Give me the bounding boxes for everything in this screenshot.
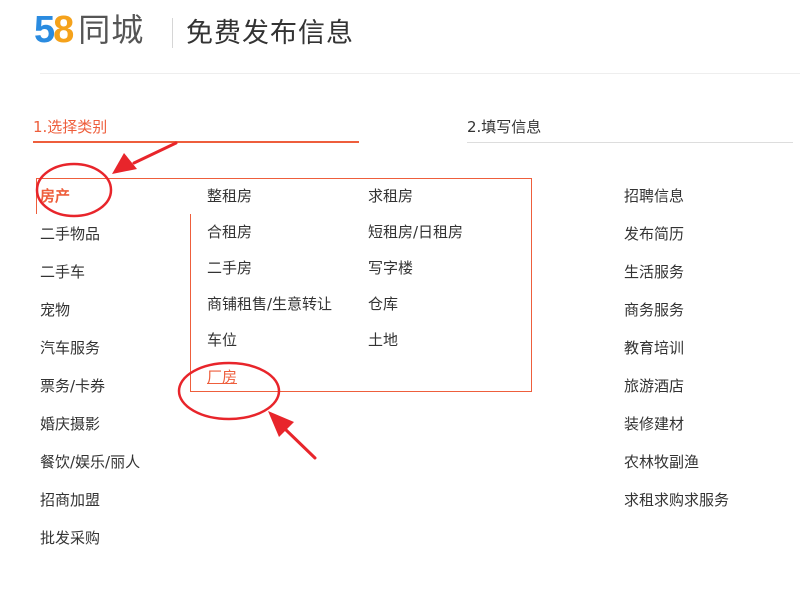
category-item-car-services[interactable]: 汽车服务 (40, 338, 140, 376)
panel-tab-joint (190, 179, 192, 213)
subcategory-warehouse[interactable]: 仓库 (368, 294, 398, 314)
category-item-secondhand-goods[interactable]: 二手物品 (40, 224, 140, 262)
category-item-franchise[interactable]: 招商加盟 (40, 490, 140, 528)
annotation-arrow-1-head (112, 153, 137, 174)
step-1-label: 1.选择类别 (33, 118, 108, 136)
category-item-life-services[interactable]: 生活服务 (624, 262, 729, 300)
category-item-agriculture[interactable]: 农林牧副渔 (624, 452, 729, 490)
step-2-progress-bar (467, 142, 793, 143)
category-item-wanted-services[interactable]: 求租求购求服务 (624, 490, 729, 528)
category-item-wholesale[interactable]: 批发采购 (40, 528, 140, 566)
site-logo[interactable]: 5 8 同城 (34, 10, 144, 50)
step-1-progress-bar (33, 141, 359, 143)
subcategory-seek-rent[interactable]: 求租房 (368, 186, 413, 206)
subcategory-shop-transfer[interactable]: 商铺租售/生意转让 (207, 294, 332, 314)
category-item-post-resume[interactable]: 发布简历 (624, 224, 729, 262)
step-2-label: 2.填写信息 (467, 118, 542, 136)
subcategory-short-rent[interactable]: 短租房/日租房 (368, 222, 463, 242)
category-list-left: 房产 二手物品 二手车 宠物 汽车服务 票务/卡券 婚庆摄影 餐饮/娱乐/丽人 … (40, 186, 140, 566)
logo-digit-5: 5 (34, 9, 55, 51)
category-item-real-estate[interactable]: 房产 (40, 186, 140, 224)
page-title: 免费发布信息 (186, 18, 354, 49)
subcategory-whole-rent[interactable]: 整租房 (207, 186, 252, 206)
logo-digit-8: 8 (53, 9, 74, 51)
subcategory-secondhand-house[interactable]: 二手房 (207, 258, 252, 278)
subcategory-factory[interactable]: 厂房 (207, 367, 237, 387)
category-item-education[interactable]: 教育培训 (624, 338, 729, 376)
subcategory-land[interactable]: 土地 (368, 330, 398, 350)
category-list-right: 招聘信息 发布简历 生活服务 商务服务 教育培训 旅游酒店 装修建材 农林牧副渔… (624, 186, 729, 528)
header-divider (172, 18, 173, 48)
annotation-arrow-2-head (268, 411, 294, 437)
category-item-wedding-photo[interactable]: 婚庆摄影 (40, 414, 140, 452)
subcategory-office[interactable]: 写字楼 (368, 258, 413, 278)
category-item-food-entertainment[interactable]: 餐饮/娱乐/丽人 (40, 452, 140, 490)
annotation-arrow-2 (282, 426, 317, 460)
logo-text: 同城 (78, 11, 145, 49)
header-separator (40, 73, 800, 74)
annotation-arrow-1 (132, 141, 178, 165)
category-item-tickets[interactable]: 票务/卡券 (40, 376, 140, 414)
category-item-business-services[interactable]: 商务服务 (624, 300, 729, 338)
category-item-decoration[interactable]: 装修建材 (624, 414, 729, 452)
category-item-jobs[interactable]: 招聘信息 (624, 186, 729, 224)
category-item-travel-hotel[interactable]: 旅游酒店 (624, 376, 729, 414)
category-item-used-cars[interactable]: 二手车 (40, 262, 140, 300)
subcategory-parking[interactable]: 车位 (207, 330, 237, 350)
subcategory-shared-rent[interactable]: 合租房 (207, 222, 252, 242)
subcategory-panel (190, 178, 532, 392)
category-item-pets[interactable]: 宠物 (40, 300, 140, 338)
